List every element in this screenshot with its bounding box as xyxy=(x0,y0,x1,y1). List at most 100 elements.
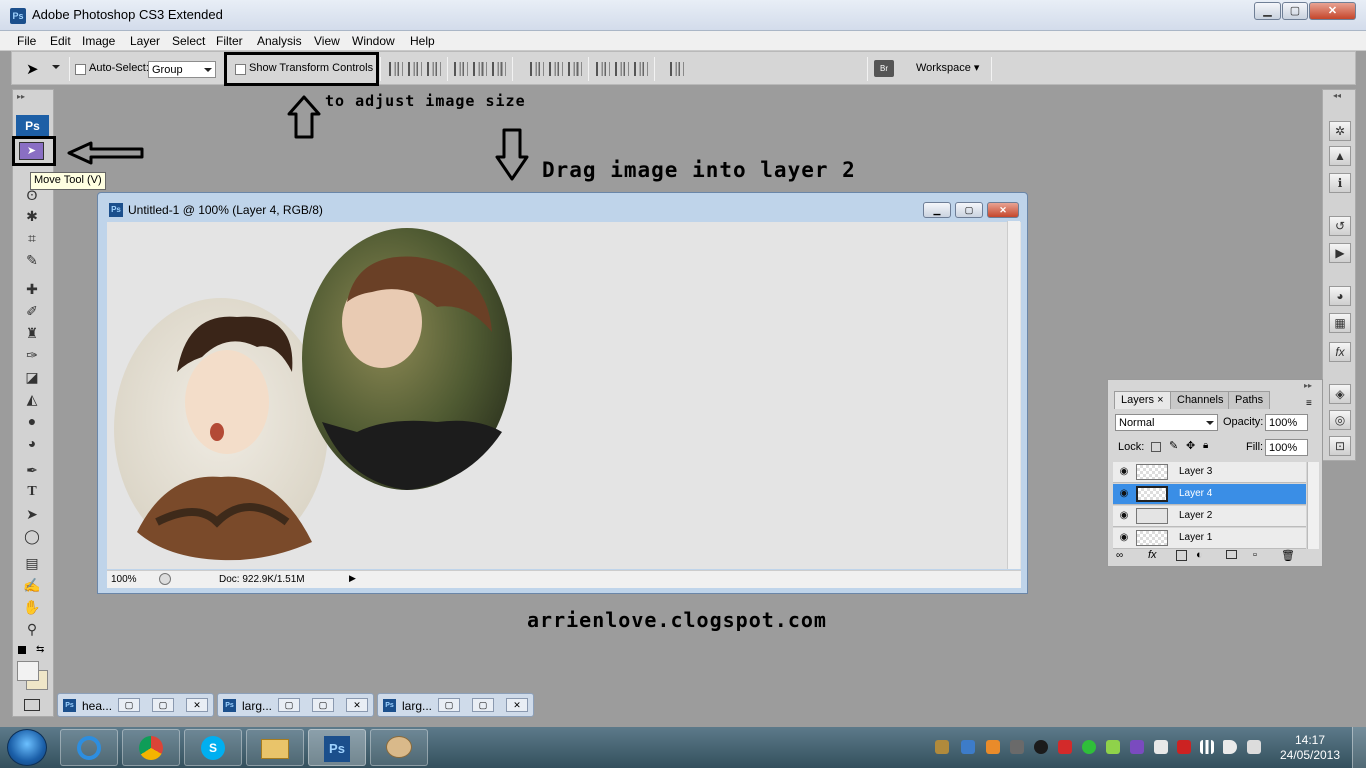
lock-position-icon[interactable]: ✥ xyxy=(1186,439,1195,452)
menu-view[interactable]: View xyxy=(314,34,340,48)
maximize-button[interactable]: ▢ xyxy=(1282,2,1308,20)
tray-antivirus-icon[interactable] xyxy=(1058,740,1072,754)
menu-layer[interactable]: Layer xyxy=(130,34,160,48)
layer-row[interactable]: ◉ Layer 1 xyxy=(1113,528,1306,549)
minimized-document[interactable]: Ps hea... ▢ ▢ ✕ xyxy=(57,693,214,717)
opacity-input[interactable]: 100% xyxy=(1265,414,1308,431)
layers-panel-icon[interactable]: ◈ xyxy=(1329,384,1351,404)
menu-analysis[interactable]: Analysis xyxy=(257,34,302,48)
zoom-level[interactable]: 100% xyxy=(111,574,137,585)
swap-colors-icon[interactable]: ⇆ xyxy=(36,644,44,655)
bridge-icon[interactable]: Br xyxy=(874,60,894,77)
distribute-right-icon[interactable] xyxy=(634,62,648,76)
close-button[interactable]: ✕ xyxy=(346,698,368,712)
zoom-tool-icon[interactable]: ⚲ xyxy=(22,620,42,638)
link-layers-icon[interactable]: ∞ xyxy=(1116,550,1123,561)
taskbar-internet-explorer[interactable] xyxy=(60,729,118,766)
eye-icon[interactable]: ◉ xyxy=(1116,508,1132,524)
auto-select-checkbox[interactable] xyxy=(75,64,86,75)
layers-scrollbar[interactable] xyxy=(1307,462,1319,549)
menu-edit[interactable]: Edit xyxy=(50,34,71,48)
maximize-button[interactable]: ▢ xyxy=(312,698,334,712)
hand-tool-icon[interactable]: ✋ xyxy=(22,598,42,616)
eraser-tool-icon[interactable]: ◪ xyxy=(22,368,42,386)
restore-button[interactable]: ▢ xyxy=(438,698,460,712)
distribute-horizontal-center-icon[interactable] xyxy=(615,62,629,76)
close-button[interactable]: ✕ xyxy=(186,698,208,712)
distribute-left-icon[interactable] xyxy=(596,62,610,76)
histogram-panel-icon[interactable]: ▲ xyxy=(1329,146,1351,166)
tab-layers[interactable]: Layers × xyxy=(1114,391,1171,409)
new-group-icon[interactable] xyxy=(1226,550,1237,559)
align-right-icon[interactable] xyxy=(492,62,506,76)
tray-app-icon[interactable] xyxy=(1082,740,1096,754)
menu-file[interactable]: File xyxy=(17,34,36,48)
color-panel-icon[interactable]: ◕ xyxy=(1329,286,1351,306)
distribute-top-icon[interactable] xyxy=(530,62,544,76)
clone-stamp-tool-icon[interactable]: ♜ xyxy=(22,324,42,342)
new-layer-icon[interactable]: ▫ xyxy=(1253,549,1257,561)
layer-row[interactable]: ◉ Layer 2 xyxy=(1113,506,1306,527)
lock-all-icon[interactable]: 🔒︎ xyxy=(1203,440,1208,451)
adjustment-layer-icon[interactable]: ◐ xyxy=(1196,549,1203,561)
taskbar-skype[interactable]: S xyxy=(184,729,242,766)
maximize-button[interactable]: ▢ xyxy=(472,698,494,712)
history-panel-icon[interactable]: ↺ xyxy=(1329,216,1351,236)
crop-tool-icon[interactable]: ⌗ xyxy=(22,229,42,247)
document-canvas[interactable] xyxy=(107,222,1021,569)
quick-mask-icon[interactable] xyxy=(24,699,40,711)
taskbar-paint[interactable] xyxy=(370,729,428,766)
chevron-down-icon[interactable] xyxy=(52,65,60,69)
swatches-panel-icon[interactable]: ▦ xyxy=(1329,313,1351,333)
move-tool-icon[interactable]: ➤ xyxy=(19,142,44,160)
align-horizontal-center-icon[interactable] xyxy=(473,62,487,76)
navigator-panel-icon[interactable]: ✲ xyxy=(1329,121,1351,141)
blend-mode-dropdown[interactable]: Normal xyxy=(1115,414,1218,431)
doc-close-button[interactable]: ✕ xyxy=(987,202,1019,218)
align-top-icon[interactable] xyxy=(389,62,403,76)
minimized-document[interactable]: Ps larg... ▢ ▢ ✕ xyxy=(377,693,534,717)
tray-app-icon[interactable] xyxy=(935,740,949,754)
paths-panel-icon[interactable]: ⊡ xyxy=(1329,436,1351,456)
healing-brush-tool-icon[interactable]: ✚ xyxy=(22,280,42,298)
collapse-panel-icon[interactable]: ▸▸ xyxy=(1304,381,1312,390)
dodge-tool-icon[interactable]: ◕ xyxy=(22,434,42,452)
layer-row[interactable]: ◉ Layer 3 xyxy=(1113,462,1306,483)
pen-tool-icon[interactable]: ✒ xyxy=(22,461,42,479)
tray-app-icon[interactable] xyxy=(1130,740,1144,754)
status-info-icon[interactable] xyxy=(159,573,171,585)
magic-wand-tool-icon[interactable]: ✱ xyxy=(22,207,42,225)
notes-tool-icon[interactable]: ▤ xyxy=(22,554,42,572)
type-tool-icon[interactable]: T xyxy=(22,483,42,501)
paint-bucket-tool-icon[interactable]: ◭ xyxy=(22,390,42,408)
taskbar-photoshop[interactable]: Ps xyxy=(308,729,366,766)
distribute-bottom-icon[interactable] xyxy=(568,62,582,76)
auto-align-layers-icon[interactable] xyxy=(670,62,684,76)
document-vertical-scrollbar[interactable] xyxy=(1007,221,1020,569)
channels-panel-icon[interactable]: ◎ xyxy=(1329,410,1351,430)
eye-icon[interactable]: ◉ xyxy=(1116,486,1132,502)
history-brush-tool-icon[interactable]: ✑ xyxy=(22,346,42,364)
show-desktop-button[interactable] xyxy=(1352,727,1366,768)
fill-input[interactable]: 100% xyxy=(1265,439,1308,456)
add-mask-icon[interactable] xyxy=(1176,550,1187,561)
restore-button[interactable]: ▢ xyxy=(278,698,300,712)
tray-app-icon[interactable] xyxy=(1034,740,1048,754)
maximize-button[interactable]: ▢ xyxy=(152,698,174,712)
restore-button[interactable]: ▢ xyxy=(118,698,140,712)
distribute-vertical-center-icon[interactable] xyxy=(549,62,563,76)
default-colors-icon[interactable] xyxy=(18,646,26,654)
tray-app-icon[interactable] xyxy=(986,740,1000,754)
minimized-document[interactable]: Ps larg... ▢ ▢ ✕ xyxy=(217,693,374,717)
status-menu-arrow-icon[interactable]: ▶ xyxy=(349,573,356,584)
minimize-button[interactable]: ▁ xyxy=(1254,2,1281,20)
actions-panel-icon[interactable]: ▶ xyxy=(1329,243,1351,263)
align-vertical-center-icon[interactable] xyxy=(408,62,422,76)
layer-style-icon[interactable]: fx xyxy=(1148,549,1157,561)
close-button[interactable]: ✕ xyxy=(506,698,528,712)
tray-app-icon[interactable] xyxy=(1106,740,1120,754)
align-left-icon[interactable] xyxy=(454,62,468,76)
auto-select-dropdown[interactable]: Group xyxy=(148,61,216,78)
brush-tool-icon[interactable]: ✐ xyxy=(22,302,42,320)
menu-filter[interactable]: Filter xyxy=(216,34,243,48)
